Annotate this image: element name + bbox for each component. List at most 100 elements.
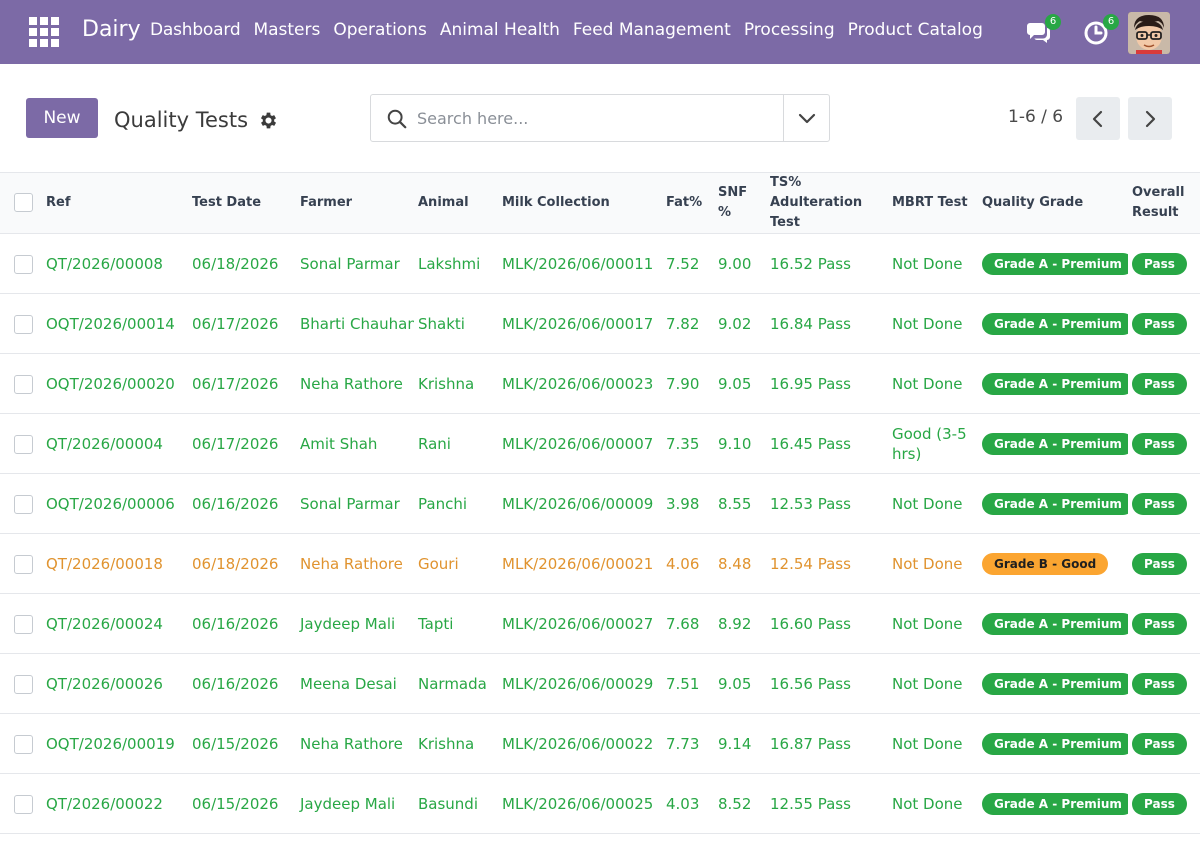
overall-result-cell: Pass [1128, 533, 1200, 594]
column-header-snf[interactable]: SNF % [714, 172, 766, 234]
ref-cell: QT/2026/00026 [42, 653, 188, 714]
table-row[interactable]: OQT/2026/00006 06/16/2026 Sonal Parmar Panc… [0, 473, 1200, 534]
column-header-quality-grade[interactable]: Quality Grade [978, 172, 1128, 234]
ts-adulteration-cell: 12.54 Pass [766, 533, 888, 594]
user-avatar[interactable] [1128, 12, 1170, 54]
overall-result-cell: Pass [1128, 593, 1200, 654]
animal-cell: Narmada [414, 653, 498, 714]
menu-item-processing[interactable]: Processing [744, 20, 835, 40]
overall-result-cell: Pass [1128, 713, 1200, 774]
fat-cell: 7.68 [662, 593, 714, 654]
search-options-toggle[interactable] [783, 95, 829, 141]
farmer-cell: Jaydeep Mali [296, 773, 414, 834]
table-row[interactable]: QT/2026/00008 06/18/2026 Sonal Parmar Laksh… [0, 233, 1200, 294]
quality-grade-badge: Grade A - Premium [982, 672, 1128, 695]
row-checkbox[interactable] [14, 374, 33, 394]
overall-result-cell: Pass [1128, 353, 1200, 414]
select-all-checkbox[interactable] [14, 193, 33, 212]
table-body: QT/2026/00008 06/18/2026 Sonal Parmar Laksh… [0, 233, 1200, 834]
ts-adulteration-cell: 16.45 Pass [766, 413, 888, 474]
table-row[interactable]: QT/2026/00018 06/18/2026 Neha Rathore Gouri… [0, 533, 1200, 594]
table-row[interactable]: QT/2026/00026 06/16/2026 Meena Desai Narmad… [0, 653, 1200, 714]
overall-result-cell: Pass [1128, 473, 1200, 534]
quality-grade-badge: Grade A - Premium [982, 492, 1128, 515]
animal-cell: Tapti [414, 593, 498, 654]
column-header-fat[interactable]: Fat% [662, 172, 714, 234]
search-icon [387, 109, 407, 129]
quality-tests-table: Ref Test Date Farmer Animal Milk Collect… [0, 172, 1200, 834]
ref-cell: OQT/2026/00014 [42, 293, 188, 354]
overall-result-badge: Pass [1132, 612, 1187, 635]
activity-button[interactable]: 6 [1083, 14, 1119, 48]
row-select-cell [0, 593, 42, 654]
apps-menu-icon[interactable] [29, 17, 59, 47]
table-row[interactable]: OQT/2026/00019 06/15/2026 Neha Rathore Kris… [0, 713, 1200, 774]
column-header-animal[interactable]: Animal [414, 172, 498, 234]
menu-item-product-catalog[interactable]: Product Catalog [848, 20, 983, 40]
menu-item-feed-management[interactable]: Feed Management [573, 20, 731, 40]
overall-result-badge: Pass [1132, 672, 1187, 695]
row-checkbox[interactable] [14, 734, 33, 754]
quality-grade-cell: Grade A - Premium [978, 353, 1128, 414]
column-header-overall-result[interactable]: Overall Result [1128, 172, 1200, 234]
menu-item-animal-health[interactable]: Animal Health [440, 20, 560, 40]
table-row[interactable]: QT/2026/00024 06/16/2026 Jaydeep Mali Tapti… [0, 593, 1200, 654]
row-checkbox[interactable] [14, 554, 33, 574]
menu-item-dashboard[interactable]: Dashboard [150, 20, 241, 40]
table-row[interactable]: OQT/2026/00014 06/17/2026 Bharti Chauhan Sh… [0, 293, 1200, 354]
column-header-mbrt[interactable]: MBRT Test [888, 172, 978, 234]
search-input[interactable] [417, 103, 777, 133]
mbrt-cell: Not Done [888, 713, 978, 774]
mbrt-cell: Good (3-5 hrs) [888, 413, 978, 474]
test-date-cell: 06/15/2026 [188, 713, 296, 774]
column-header-milk-collection[interactable]: Milk Collection [498, 172, 662, 234]
ref-cell: QT/2026/00022 [42, 773, 188, 834]
mbrt-cell: Not Done [888, 653, 978, 714]
animal-cell: Krishna [414, 713, 498, 774]
row-checkbox[interactable] [14, 794, 33, 814]
column-header-ts-adulteration[interactable]: TS% Adulteration Test [766, 172, 888, 234]
table-row[interactable]: OQT/2026/00020 06/17/2026 Neha Rathore Kris… [0, 353, 1200, 414]
column-header-farmer[interactable]: Farmer [296, 172, 414, 234]
overall-result-badge: Pass [1132, 492, 1187, 515]
test-date-cell: 06/17/2026 [188, 293, 296, 354]
row-checkbox[interactable] [14, 614, 33, 634]
row-checkbox[interactable] [14, 674, 33, 694]
row-checkbox[interactable] [14, 314, 33, 334]
quality-grade-badge: Grade A - Premium [982, 432, 1128, 455]
table-row[interactable]: QT/2026/00022 06/15/2026 Jaydeep Mali Basun… [0, 773, 1200, 834]
quality-grade-cell: Grade A - Premium [978, 473, 1128, 534]
ref-cell: QT/2026/00008 [42, 233, 188, 294]
overall-result-badge: Pass [1132, 732, 1187, 755]
row-checkbox[interactable] [14, 494, 33, 514]
row-checkbox[interactable] [14, 254, 33, 274]
quality-grade-badge: Grade A - Premium [982, 312, 1128, 335]
row-select-cell [0, 353, 42, 414]
gear-icon[interactable] [258, 110, 279, 131]
ts-adulteration-cell: 16.95 Pass [766, 353, 888, 414]
new-button[interactable]: New [26, 98, 98, 138]
quality-grade-cell: Grade A - Premium [978, 773, 1128, 834]
pager-value[interactable]: 1-6 / 6 [1008, 107, 1063, 127]
menu-item-operations[interactable]: Operations [333, 20, 426, 40]
column-header-test-date[interactable]: Test Date [188, 172, 296, 234]
mbrt-cell: Not Done [888, 773, 978, 834]
app-brand[interactable]: Dairy [82, 17, 141, 42]
column-header-ref[interactable]: Ref [42, 172, 188, 234]
chat-button[interactable]: 6 [1025, 14, 1061, 48]
quality-grade-cell: Grade A - Premium [978, 713, 1128, 774]
chevron-right-icon [1145, 110, 1156, 128]
test-date-cell: 06/18/2026 [188, 533, 296, 594]
pager-previous-button[interactable] [1076, 97, 1120, 140]
pager-next-button[interactable] [1128, 97, 1172, 140]
overall-result-cell: Pass [1128, 653, 1200, 714]
quality-grade-cell: Grade A - Premium [978, 233, 1128, 294]
milk-collection-cell: MLK/2026/06/00025 [498, 773, 662, 834]
ref-cell: OQT/2026/00006 [42, 473, 188, 534]
ref-cell: QT/2026/00024 [42, 593, 188, 654]
quality-grade-badge: Grade A - Premium [982, 792, 1128, 815]
row-checkbox[interactable] [14, 434, 33, 454]
menu-item-masters[interactable]: Masters [253, 20, 320, 40]
overall-result-cell: Pass [1128, 773, 1200, 834]
table-row[interactable]: QT/2026/00004 06/17/2026 Amit Shah Rani MLK/… [0, 413, 1200, 474]
